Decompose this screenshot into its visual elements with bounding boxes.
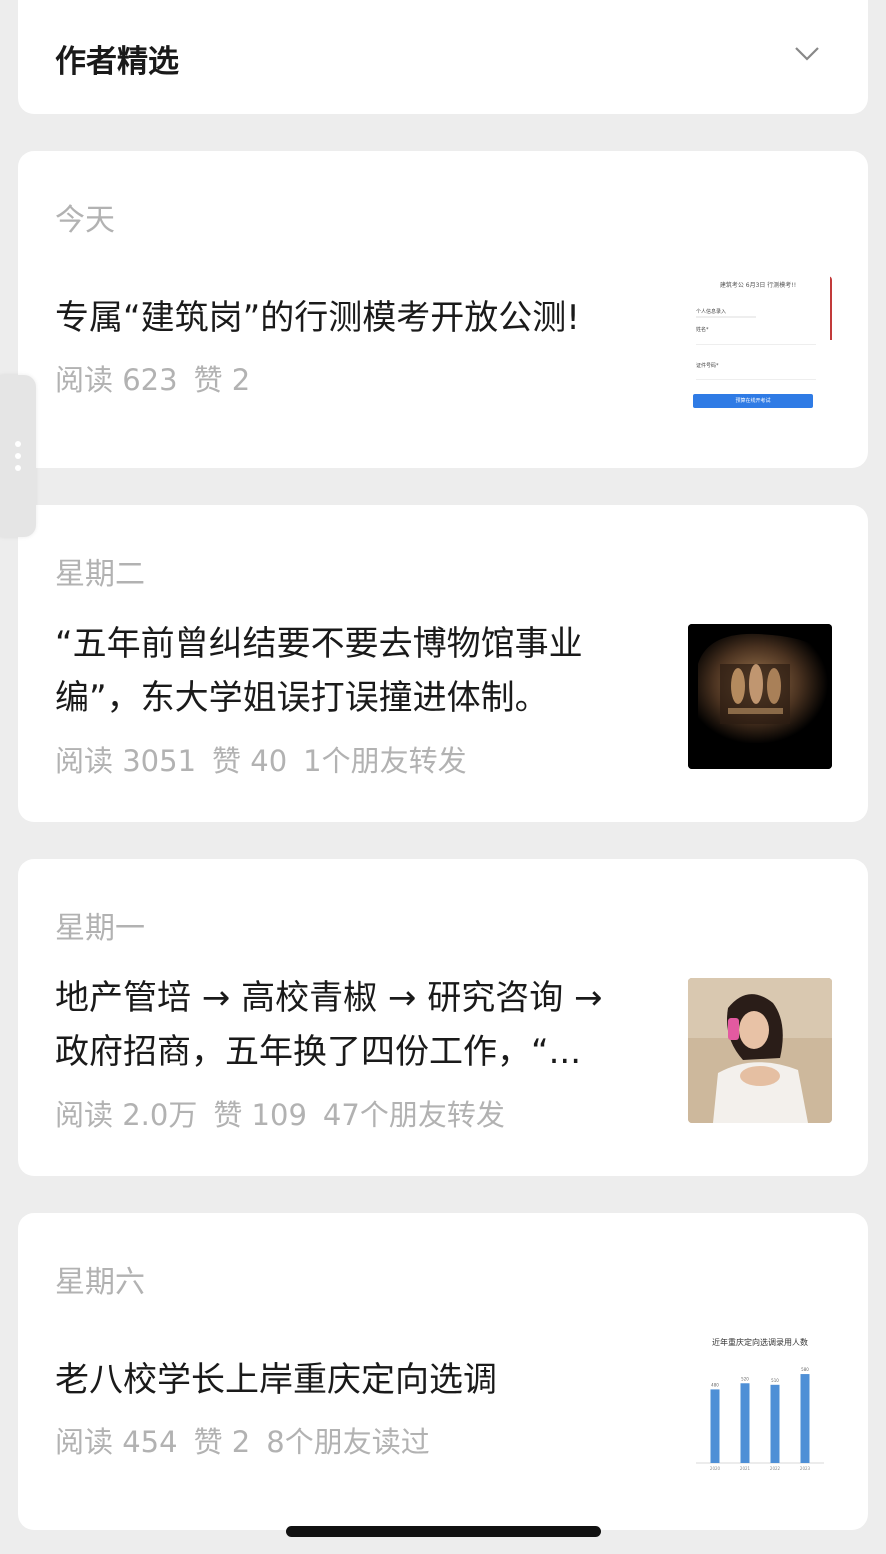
thumb-input: [696, 336, 816, 345]
read-count: 阅读 623: [55, 363, 178, 397]
thumb-input: [696, 371, 816, 380]
chart-tick-label: 2022: [770, 1466, 781, 1471]
chart-bar: [800, 1374, 810, 1463]
bar-chart: 480 2020 520 2021 510 2022 580 2023: [696, 1367, 824, 1471]
friend-share: 1个朋友转发: [303, 744, 467, 778]
chart-tick-label: 2020: [710, 1466, 721, 1471]
floating-handle[interactable]: [0, 375, 36, 537]
article-card[interactable]: 星期二 “五年前曾纠结要不要去博物馆事业 编”，东大学姐误打误撞进体制。 阅读 …: [18, 505, 868, 822]
thumb-field-1: 个人信息录入: [696, 309, 727, 315]
read-count: 阅读 3051: [55, 744, 197, 778]
article-meta: 阅读 2.0万赞 109 47个朋友转发: [55, 1092, 521, 1134]
read-count: 阅读 2.0万: [55, 1098, 198, 1132]
like-count: 赞 2: [193, 1425, 251, 1459]
thumb-accent-bar: [830, 276, 832, 340]
article-title[interactable]: 地产管培 → 高校青椒 → 研究咨询 → 政府招商，五年换了四份工作，“...: [55, 971, 655, 1079]
article-meta: 阅读 454 赞 2 8个朋友读过: [55, 1419, 446, 1461]
friend-share: 47个朋友转发: [322, 1098, 505, 1132]
chart-data-label: 520: [741, 1376, 749, 1381]
portrait-image[interactable]: [688, 978, 832, 1123]
header-title: 作者精选: [55, 44, 179, 80]
chart-data-label: 510: [771, 1378, 779, 1383]
chart-bar: [710, 1389, 720, 1463]
day-label: 今天: [55, 203, 115, 238]
chart-thumbnail[interactable]: 近年重庆定向选调录用人数 480 2020 520 2021 510 2022 580 202…: [688, 1331, 832, 1476]
chart-bar: [770, 1384, 780, 1463]
handle-dot: [15, 441, 21, 447]
home-indicator[interactable]: [286, 1526, 601, 1537]
like-count: 赞 40: [212, 744, 288, 778]
handle-dot: [15, 453, 21, 459]
chart-data-label: 580: [801, 1367, 809, 1372]
article-card[interactable]: 星期一 地产管培 → 高校青椒 → 研究咨询 → 政府招商，五年换了四份工作，“…: [18, 859, 868, 1176]
article-title[interactable]: 老八校学长上岸重庆定向选调: [55, 1353, 655, 1407]
museum-photo: [688, 624, 832, 769]
thumb-field-3: 证件号码*: [696, 363, 719, 369]
day-label: 星期一: [55, 911, 145, 946]
thumb-button: 预算在线开考试: [693, 394, 813, 408]
article-title[interactable]: 专属“建筑岗”的行测模考开放公测!: [55, 291, 655, 345]
chart-data-label: 480: [711, 1382, 719, 1387]
day-label: 星期二: [55, 557, 145, 592]
handle-dot: [15, 465, 21, 471]
collection-header[interactable]: 作者精选: [18, 0, 868, 114]
chart-tick-label: 2023: [800, 1466, 811, 1471]
chart-tick-label: 2021: [740, 1466, 751, 1471]
chevron-down-icon[interactable]: [794, 40, 820, 66]
read-count: 阅读 454: [55, 1425, 178, 1459]
day-label: 星期六: [55, 1265, 145, 1300]
article-meta: 阅读 3051 赞 40 1个朋友转发: [55, 738, 483, 780]
article-title[interactable]: “五年前曾纠结要不要去博物馆事业 编”，东大学姐误打误撞进体制。: [55, 617, 655, 725]
article-meta: 阅读 623 赞 2: [55, 357, 266, 399]
article-thumbnail[interactable]: 建筑考公 6月3日 行测模考!! 个人信息录入 姓名* 证件号码* 预算在线开考…: [688, 276, 832, 421]
like-count: 赞 109: [213, 1098, 307, 1132]
thumb-line: [696, 316, 756, 318]
chart-bar: [740, 1383, 750, 1463]
article-card[interactable]: 今天 专属“建筑岗”的行测模考开放公测! 阅读 623 赞 2 建筑考公 6月3日…: [18, 151, 868, 468]
museum-image[interactable]: [688, 624, 832, 769]
thumb-heading: 建筑考公 6月3日 行测模考!!: [719, 282, 797, 289]
article-card[interactable]: 星期六 老八校学长上岸重庆定向选调 阅读 454 赞 2 8个朋友读过 近年重庆定向…: [18, 1213, 868, 1530]
friend-share: 8个朋友读过: [266, 1425, 430, 1459]
portrait-photo: [688, 978, 832, 1123]
thumb-field-2: 姓名*: [696, 327, 709, 333]
like-count: 赞 2: [193, 363, 251, 397]
